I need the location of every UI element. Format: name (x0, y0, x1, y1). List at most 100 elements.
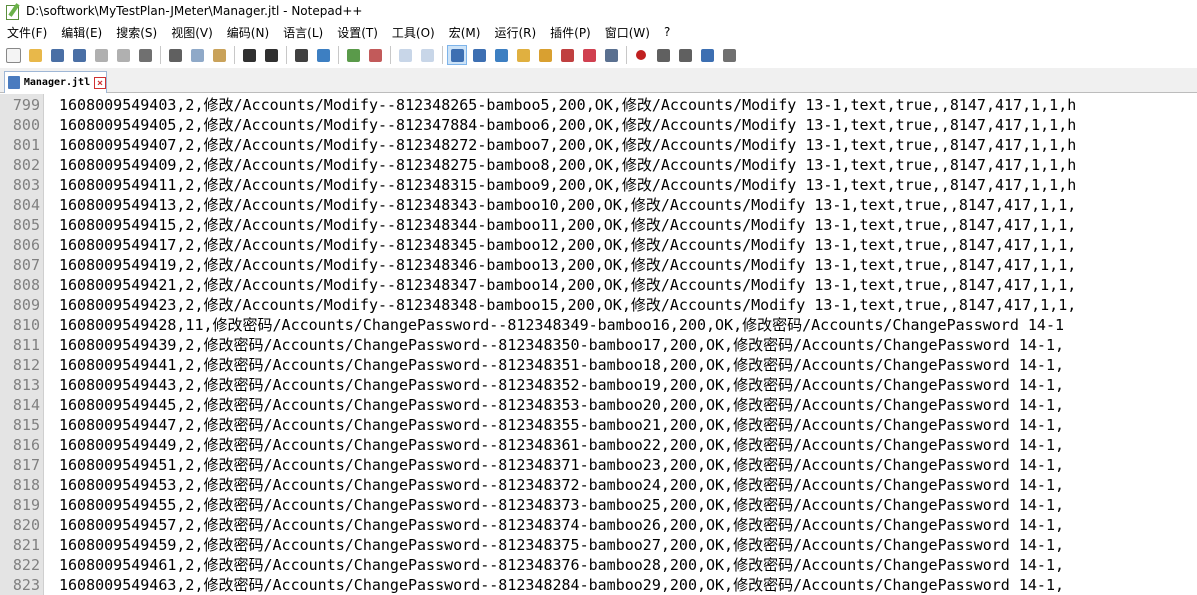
menu-item[interactable]: 宏(M) (442, 24, 488, 41)
zoom-out-icon[interactable] (366, 46, 384, 64)
folder-workspace-icon[interactable] (558, 46, 576, 64)
line-text: 1608009549413,2,修改/Accounts/Modify--8123… (59, 196, 1077, 214)
copy-icon[interactable] (188, 46, 206, 64)
editor-line: 801 1608009549407,2,修改/Accounts/Modify--8… (0, 135, 1197, 155)
editor-line: 802 1608009549409,2,修改/Accounts/Modify--8… (0, 155, 1197, 175)
line-number: 811 (12, 336, 40, 354)
line-number: 801 (12, 136, 40, 154)
line-number: 812 (12, 356, 40, 374)
line-number: 807 (12, 256, 40, 274)
line-text: 1608009549423,2,修改/Accounts/Modify--8123… (59, 296, 1077, 314)
save-icon[interactable] (48, 46, 66, 64)
new-file-icon[interactable] (4, 46, 22, 64)
file-icon (8, 76, 20, 89)
menu-item[interactable]: 设置(T) (330, 24, 385, 41)
line-number: 818 (12, 476, 40, 494)
close-all-icon[interactable] (114, 46, 132, 64)
redo-icon[interactable] (262, 46, 280, 64)
run-macro-multiple-icon[interactable] (698, 46, 716, 64)
line-text: 1608009549421,2,修改/Accounts/Modify--8123… (59, 276, 1077, 294)
record-macro-icon[interactable] (632, 46, 650, 64)
editor-line: 799 1608009549403,2,修改/Accounts/Modify--8… (0, 95, 1197, 115)
editor-line: 822 1608009549461,2,修改密码/Accounts/ChangeP… (0, 555, 1197, 575)
eye-icon[interactable] (602, 46, 620, 64)
close-icon[interactable] (92, 46, 110, 64)
line-number: 823 (12, 576, 40, 594)
editor-line: 818 1608009549453,2,修改密码/Accounts/ChangeP… (0, 475, 1197, 495)
editor-line: 806 1608009549417,2,修改/Accounts/Modify--8… (0, 235, 1197, 255)
paste-icon[interactable] (210, 46, 228, 64)
save-all-icon[interactable] (70, 46, 88, 64)
save-macro-icon[interactable] (720, 46, 738, 64)
editor-line: 804 1608009549413,2,修改/Accounts/Modify--8… (0, 195, 1197, 215)
doc-map-icon[interactable] (514, 46, 532, 64)
line-number: 817 (12, 456, 40, 474)
sync-vertical-icon[interactable] (396, 46, 414, 64)
toolbar-separator (390, 46, 391, 64)
toolbar-separator (286, 46, 287, 64)
line-number: 808 (12, 276, 40, 294)
line-number: 799 (12, 96, 40, 114)
sync-horizontal-icon[interactable] (418, 46, 436, 64)
line-text: 1608009549455,2,修改密码/Accounts/ChangePass… (59, 496, 1065, 514)
line-number: 813 (12, 376, 40, 394)
stop-macro-icon[interactable] (654, 46, 672, 64)
editor-line: 809 1608009549423,2,修改/Accounts/Modify--8… (0, 295, 1197, 315)
replace-icon[interactable] (314, 46, 332, 64)
line-text: 1608009549405,2,修改/Accounts/Modify--8123… (59, 116, 1077, 134)
show-all-chars-icon[interactable] (470, 46, 488, 64)
open-file-icon[interactable] (26, 46, 44, 64)
editor-line: 820 1608009549457,2,修改密码/Accounts/ChangeP… (0, 515, 1197, 535)
line-number: 804 (12, 196, 40, 214)
line-number: 800 (12, 116, 40, 134)
tab-label: Manager.jtl (23, 77, 91, 88)
window-title: D:\softwork\MyTestPlan-JMeter\Manager.jt… (26, 4, 363, 18)
menu-item[interactable]: 视图(V) (164, 24, 220, 41)
menu-item[interactable]: 工具(O) (385, 24, 442, 41)
line-number: 810 (12, 316, 40, 334)
cut-icon[interactable] (166, 46, 184, 64)
line-number: 805 (12, 216, 40, 234)
zoom-in-icon[interactable] (344, 46, 362, 64)
monitor-icon[interactable] (580, 46, 598, 64)
line-text: 1608009549411,2,修改/Accounts/Modify--8123… (59, 176, 1077, 194)
menu-item[interactable]: 编码(N) (220, 24, 276, 41)
line-number: 815 (12, 416, 40, 434)
line-text: 1608009549453,2,修改密码/Accounts/ChangePass… (59, 476, 1065, 494)
tab-manager-jtl[interactable]: Manager.jtl × (4, 71, 107, 93)
play-macro-icon[interactable] (676, 46, 694, 64)
editor-line: 821 1608009549459,2,修改密码/Accounts/ChangeP… (0, 535, 1197, 555)
toolbar-separator (626, 46, 627, 64)
menu-item[interactable]: 插件(P) (543, 24, 598, 41)
line-text: 1608009549403,2,修改/Accounts/Modify--8123… (59, 96, 1077, 114)
editor-line: 800 1608009549405,2,修改/Accounts/Modify--8… (0, 115, 1197, 135)
line-text: 1608009549457,2,修改密码/Accounts/ChangePass… (59, 516, 1065, 534)
menu-item[interactable]: 语言(L) (276, 24, 330, 41)
menu-item[interactable]: 窗口(W) (598, 24, 657, 41)
text-editor[interactable]: 799 1608009549403,2,修改/Accounts/Modify--8… (0, 94, 1197, 595)
menu-item[interactable]: 编辑(E) (54, 24, 109, 41)
menu-item[interactable]: 运行(R) (487, 24, 543, 41)
close-tab-icon[interactable]: × (94, 76, 106, 89)
line-text: 1608009549445,2,修改密码/Accounts/ChangePass… (59, 396, 1065, 414)
indent-guide-icon[interactable] (492, 46, 510, 64)
toolbar-separator (338, 46, 339, 64)
menu-item[interactable]: 搜索(S) (109, 24, 164, 41)
line-number: 822 (12, 556, 40, 574)
line-text: 1608009549407,2,修改/Accounts/Modify--8123… (59, 136, 1077, 154)
editor-line: 808 1608009549421,2,修改/Accounts/Modify--8… (0, 275, 1197, 295)
find-icon[interactable] (292, 46, 310, 64)
print-icon[interactable] (136, 46, 154, 64)
line-number: 821 (12, 536, 40, 554)
function-list-icon[interactable] (536, 46, 554, 64)
editor-line: 823 1608009549463,2,修改密码/Accounts/ChangeP… (0, 575, 1197, 595)
editor-line: 816 1608009549449,2,修改密码/Accounts/ChangeP… (0, 435, 1197, 455)
word-wrap-icon[interactable] (447, 45, 467, 65)
editor-line: 817 1608009549451,2,修改密码/Accounts/ChangeP… (0, 455, 1197, 475)
editor-line: 814 1608009549445,2,修改密码/Accounts/ChangeP… (0, 395, 1197, 415)
editor-line: 812 1608009549441,2,修改密码/Accounts/ChangeP… (0, 355, 1197, 375)
menu-item[interactable]: 文件(F) (0, 24, 54, 41)
line-text: 1608009549459,2,修改密码/Accounts/ChangePass… (59, 536, 1065, 554)
menu-item[interactable]: ? (657, 25, 677, 39)
undo-icon[interactable] (240, 46, 258, 64)
